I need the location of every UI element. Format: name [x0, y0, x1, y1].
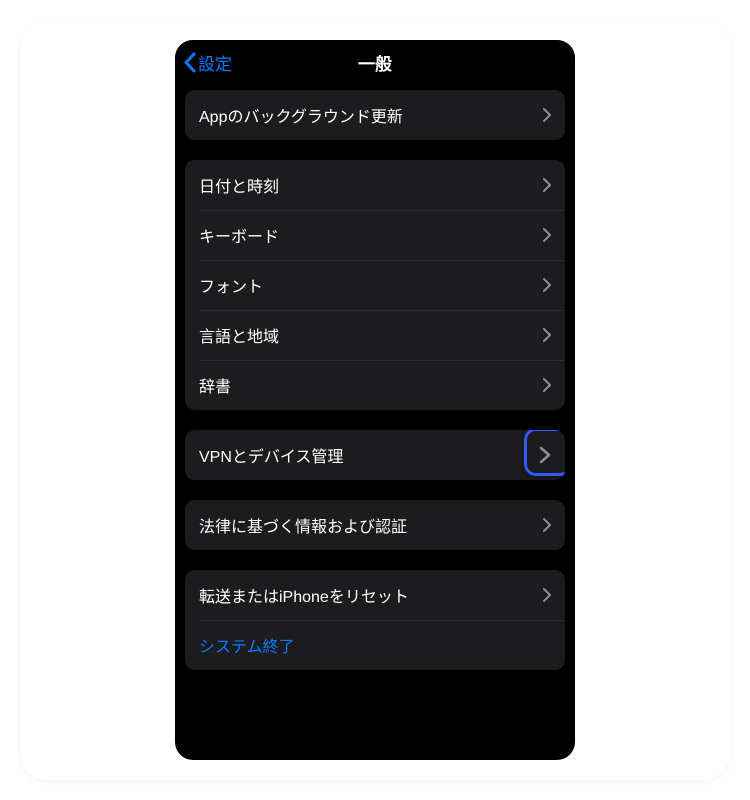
- row-label: 辞書: [199, 373, 231, 397]
- nav-back-button[interactable]: 設定: [183, 50, 232, 75]
- nav-back-label: 設定: [198, 50, 232, 75]
- row-vpn-device-management[interactable]: VPNとデバイス管理: [185, 430, 565, 480]
- phone-screen: 設定 一般 Appのバックグラウンド更新 日付と時刻: [175, 40, 575, 760]
- row-label: VPNとデバイス管理: [199, 443, 343, 467]
- chevron-right-icon: [543, 518, 551, 532]
- row-label: 転送またはiPhoneをリセット: [199, 583, 409, 607]
- row-shutdown[interactable]: システム終了: [185, 620, 565, 670]
- chevron-right-icon: [543, 278, 551, 292]
- nav-title: 一般: [358, 50, 392, 75]
- row-label: 言語と地域: [199, 323, 279, 347]
- row-keyboard[interactable]: キーボード: [185, 210, 565, 260]
- row-label: 日付と時刻: [199, 173, 279, 197]
- row-app-background-refresh[interactable]: Appのバックグラウンド更新: [185, 90, 565, 140]
- row-legal-regulatory[interactable]: 法律に基づく情報および認証: [185, 500, 565, 550]
- row-language-region[interactable]: 言語と地域: [185, 310, 565, 360]
- chevron-right-icon: [543, 588, 551, 602]
- row-label: フォント: [199, 273, 263, 297]
- settings-content: Appのバックグラウンド更新 日付と時刻 キーボード: [175, 84, 575, 760]
- chevron-right-icon: [543, 108, 551, 122]
- row-transfer-reset[interactable]: 転送またはiPhoneをリセット: [185, 570, 565, 620]
- chevron-right-icon: [543, 328, 551, 342]
- chevron-right-icon: [543, 228, 551, 242]
- card-container: 設定 一般 Appのバックグラウンド更新 日付と時刻: [20, 20, 730, 780]
- settings-group: 法律に基づく情報および認証: [185, 500, 565, 550]
- settings-group: Appのバックグラウンド更新: [185, 90, 565, 140]
- settings-group: VPNとデバイス管理: [185, 430, 565, 480]
- nav-bar: 設定 一般: [175, 40, 575, 84]
- chevron-right-icon: [539, 446, 551, 464]
- settings-group: 転送またはiPhoneをリセット システム終了: [185, 570, 565, 670]
- row-label: 法律に基づく情報および認証: [199, 513, 407, 537]
- chevron-right-icon: [543, 178, 551, 192]
- row-label: Appのバックグラウンド更新: [199, 103, 403, 127]
- chevron-left-icon: [183, 52, 196, 73]
- row-label: システム終了: [199, 633, 295, 657]
- row-label: キーボード: [199, 223, 279, 247]
- row-fonts[interactable]: フォント: [185, 260, 565, 310]
- chevron-right-icon: [543, 378, 551, 392]
- settings-group: 日付と時刻 キーボード フォント: [185, 160, 565, 410]
- row-dictionary[interactable]: 辞書: [185, 360, 565, 410]
- row-date-time[interactable]: 日付と時刻: [185, 160, 565, 210]
